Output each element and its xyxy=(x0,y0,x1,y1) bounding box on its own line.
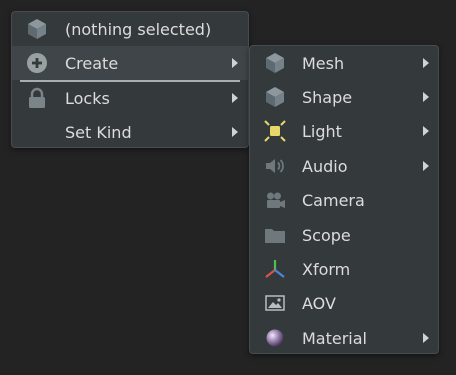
folder-icon xyxy=(264,224,286,246)
image-icon xyxy=(264,292,286,314)
submenu-item-xform[interactable]: Xform xyxy=(250,252,438,286)
submenu-item-label: Xform xyxy=(302,259,351,279)
create-submenu: Mesh Shape Light Audio Camera Scope Xfor… xyxy=(249,45,439,354)
shape-cube-icon xyxy=(264,86,286,108)
speaker-icon xyxy=(264,155,286,177)
submenu-arrow-icon xyxy=(423,333,429,343)
submenu-item-label: AOV xyxy=(302,293,336,313)
menu-item-label: Create xyxy=(65,53,119,73)
menu-item-locks[interactable]: Locks xyxy=(12,81,248,115)
menu-item-label: Set Kind xyxy=(65,122,132,142)
mesh-cube-icon xyxy=(264,52,286,74)
submenu-arrow-icon xyxy=(232,58,238,68)
menu-item-nothing-selected[interactable]: (nothing selected) xyxy=(12,12,248,46)
submenu-arrow-icon xyxy=(423,92,429,102)
menu-item-label: (nothing selected) xyxy=(65,19,212,39)
submenu-item-material[interactable]: Material xyxy=(250,321,438,355)
lock-icon xyxy=(26,87,48,109)
submenu-arrow-icon xyxy=(423,126,429,136)
submenu-arrow-icon xyxy=(232,127,238,137)
context-menu: (nothing selected) Create Locks Set Kind xyxy=(11,11,249,148)
submenu-arrow-icon xyxy=(423,161,429,171)
menu-item-create[interactable]: Create xyxy=(12,46,248,80)
submenu-item-label: Material xyxy=(302,328,367,348)
submenu-item-scope[interactable]: Scope xyxy=(250,218,438,252)
submenu-item-audio[interactable]: Audio xyxy=(250,149,438,183)
submenu-item-aov[interactable]: AOV xyxy=(250,286,438,320)
light-icon xyxy=(264,120,286,142)
camera-icon xyxy=(264,189,286,211)
submenu-item-label: Light xyxy=(302,121,342,141)
submenu-item-camera[interactable]: Camera xyxy=(250,183,438,217)
submenu-item-label: Scope xyxy=(302,225,351,245)
submenu-item-mesh[interactable]: Mesh xyxy=(250,46,438,80)
submenu-item-label: Audio xyxy=(302,156,348,176)
cube-icon xyxy=(26,18,48,40)
xform-axes-icon xyxy=(264,258,286,280)
submenu-arrow-icon xyxy=(423,58,429,68)
submenu-item-light[interactable]: Light xyxy=(250,114,438,148)
material-sphere-icon xyxy=(264,327,286,349)
submenu-item-shape[interactable]: Shape xyxy=(250,80,438,114)
submenu-item-label: Mesh xyxy=(302,53,345,73)
menu-item-set-kind[interactable]: Set Kind xyxy=(12,115,248,149)
plus-circle-icon xyxy=(26,52,48,74)
submenu-item-label: Camera xyxy=(302,190,365,210)
menu-item-label: Locks xyxy=(65,88,110,108)
submenu-item-label: Shape xyxy=(302,87,353,107)
submenu-arrow-icon xyxy=(232,93,238,103)
